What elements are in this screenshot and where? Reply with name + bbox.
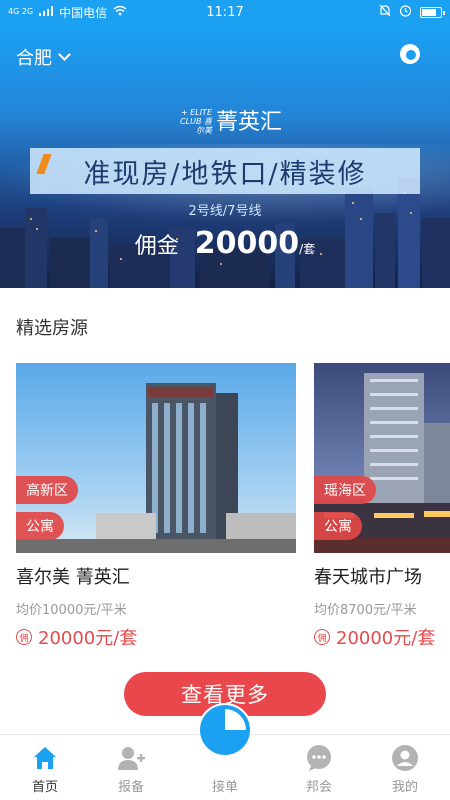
nav-label: 报备	[117, 780, 144, 795]
listing-card[interactable]: 高新区 公寓 喜尔美 菁英汇 均价10000元/平米 佣 20000元/套	[16, 363, 296, 650]
accept-order-icon	[200, 705, 250, 755]
add-user-icon	[118, 747, 145, 770]
commission-label: 佣金	[134, 234, 179, 259]
listing-name: 春天城市广场	[314, 567, 422, 588]
nav-label: 邦会	[305, 780, 332, 795]
commission-icon: 佣	[16, 629, 32, 645]
nav-item-report[interactable]: 报备	[86, 735, 176, 800]
brand-logo: + ELITE CLUB 喜尔美 菁英汇	[178, 108, 282, 135]
nav-item-profile[interactable]: 我的	[360, 735, 450, 800]
bottom-nav: 首页 报备 接单 邦会 我的	[0, 703, 450, 800]
commission-value: 20000元/套	[38, 628, 138, 649]
clock: 11:17	[206, 4, 244, 20]
nav-label: 我的	[391, 780, 418, 795]
commission-value: 20000元/套	[336, 628, 436, 649]
city-selector[interactable]: 合肥	[16, 44, 71, 70]
logo-subtext: + ELITE CLUB 喜尔美	[180, 108, 212, 135]
accept-order-button[interactable]	[198, 703, 252, 757]
chevron-down-icon	[58, 48, 71, 61]
listing-name: 喜尔美 菁英汇	[16, 567, 130, 588]
commission-unit: /套	[299, 242, 316, 256]
chat-icon	[307, 745, 331, 771]
section-title: 精选房源	[16, 318, 88, 339]
logo-name: 菁英汇	[216, 110, 283, 135]
message-icon[interactable]	[398, 42, 422, 66]
commission-amount: 20000	[194, 226, 300, 261]
listing-commission: 佣 20000元/套	[16, 624, 296, 650]
listing-image: 高新区 公寓	[16, 363, 296, 553]
nav-label: 接单	[211, 780, 238, 795]
promo-banner[interactable]: 合肥 + ELITE CLUB 喜尔美 菁英汇 准现房/地铁口/精装修 2号线/…	[0, 24, 450, 288]
metro-lines: 2号线/7号线	[188, 204, 262, 219]
banner-slogan: 准现房/地铁口/精装修	[30, 148, 420, 194]
city-name: 合肥	[16, 48, 52, 69]
district-tag: 高新区	[16, 476, 78, 504]
app-screen: 4G 2G 中国电信 11:17 合肥 + ELITE CLUB 喜尔美 菁英汇…	[0, 0, 450, 800]
district-tag: 瑶海区	[314, 476, 376, 504]
nav-item-community[interactable]: 邦会	[274, 735, 364, 800]
type-tag: 公寓	[16, 512, 64, 540]
commission-icon: 佣	[314, 629, 330, 645]
listing-price: 均价10000元/平米	[16, 603, 127, 618]
status-bar: 4G 2G 中国电信 11:17	[0, 0, 450, 24]
banner-commission: 佣金 20000/套	[0, 226, 450, 261]
listing-card[interactable]: 瑶海区 公寓 春天城市广场 均价8700元/平米 佣 20000元/套	[314, 363, 450, 650]
battery-icon	[420, 6, 445, 18]
home-icon	[34, 747, 56, 769]
listing-image: 瑶海区 公寓	[314, 363, 450, 553]
listing-price: 均价8700元/平米	[314, 603, 417, 618]
nav-item-home[interactable]: 首页	[0, 735, 90, 800]
nav-label: 首页	[31, 780, 58, 795]
profile-icon	[392, 745, 418, 771]
listing-commission: 佣 20000元/套	[314, 624, 450, 650]
type-tag: 公寓	[314, 512, 362, 540]
